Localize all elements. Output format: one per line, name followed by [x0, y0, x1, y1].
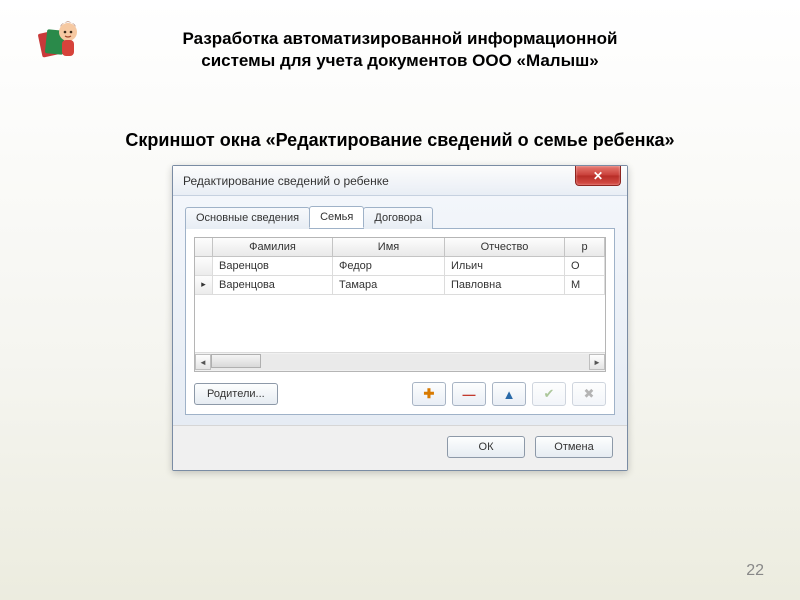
edit-icon: ▲: [503, 387, 516, 402]
close-button[interactable]: ✕: [575, 166, 621, 186]
dialog-window: Редактирование сведений о ребенке ✕ Осно…: [172, 165, 628, 471]
ok-button[interactable]: ОК: [447, 436, 525, 458]
x-icon: ✖: [584, 386, 595, 402]
cell-extra[interactable]: О: [565, 257, 605, 276]
cell-surname[interactable]: Варенцов: [213, 257, 333, 276]
family-grid[interactable]: Фамилия Имя Отчество р Варенцов Федор Ил…: [194, 237, 606, 372]
grid-header: Фамилия Имя Отчество р: [195, 238, 605, 257]
cancel-button[interactable]: Отмена: [535, 436, 613, 458]
header-line-2: системы для учета документов ООО «Малыш»: [201, 51, 599, 70]
table-row[interactable]: ▸ Варенцова Тамара Павловна М: [195, 276, 605, 295]
cancel-edit-button[interactable]: ✖: [572, 382, 606, 406]
col-surname[interactable]: Фамилия: [213, 238, 333, 257]
titlebar[interactable]: Редактирование сведений о ребенке ✕: [173, 166, 627, 196]
table-row[interactable]: Варенцов Федор Ильич О: [195, 257, 605, 276]
row-indicator: ▸: [195, 276, 213, 295]
delete-record-button[interactable]: —: [452, 382, 486, 406]
scroll-track[interactable]: [211, 354, 589, 370]
col-indicator[interactable]: [195, 238, 213, 257]
page-number: 22: [746, 562, 764, 580]
tab-basic-info[interactable]: Основные сведения: [185, 207, 310, 229]
header-line-1: Разработка автоматизированной информацио…: [183, 29, 618, 48]
row-indicator: [195, 257, 213, 276]
add-record-button[interactable]: ✚: [412, 382, 446, 406]
minus-icon: —: [463, 387, 476, 402]
tab-family[interactable]: Семья: [309, 206, 364, 228]
scroll-left-icon[interactable]: ◄: [195, 354, 211, 370]
slide-caption: Скриншот окна «Редактирование сведений о…: [0, 130, 800, 151]
grid-toolbar: Родители... ✚ — ▲ ✔ ✖: [194, 382, 606, 406]
scroll-thumb[interactable]: [211, 354, 261, 368]
tab-contracts[interactable]: Договора: [363, 207, 433, 229]
cell-name[interactable]: Федор: [333, 257, 445, 276]
cell-patronymic[interactable]: Ильич: [445, 257, 565, 276]
scroll-right-icon[interactable]: ►: [589, 354, 605, 370]
tab-strip: Основные сведения Семья Договора: [185, 206, 615, 228]
cell-patronymic[interactable]: Павловна: [445, 276, 565, 295]
post-record-button[interactable]: ✔: [532, 382, 566, 406]
cell-extra[interactable]: М: [565, 276, 605, 295]
check-icon: ✔: [544, 386, 555, 402]
window-title: Редактирование сведений о ребенке: [183, 174, 389, 188]
plus-icon: ✚: [424, 386, 435, 402]
slide-header: Разработка автоматизированной информацио…: [0, 0, 800, 72]
col-name[interactable]: Имя: [333, 238, 445, 257]
edit-record-button[interactable]: ▲: [492, 382, 526, 406]
horizontal-scrollbar[interactable]: ◄ ►: [195, 353, 605, 371]
cell-surname[interactable]: Варенцова: [213, 276, 333, 295]
mascot-icon: [34, 18, 84, 66]
col-patronymic[interactable]: Отчество: [445, 238, 565, 257]
close-icon: ✕: [593, 169, 603, 183]
dialog-footer: ОК Отмена: [173, 425, 627, 470]
grid-empty-area[interactable]: [195, 295, 605, 353]
cell-name[interactable]: Тамара: [333, 276, 445, 295]
col-extra[interactable]: р: [565, 238, 605, 257]
parents-button[interactable]: Родители...: [194, 383, 278, 405]
dialog-body: Основные сведения Семья Договора Фамилия…: [173, 196, 627, 425]
tab-panel-family: Фамилия Имя Отчество р Варенцов Федор Ил…: [185, 228, 615, 415]
